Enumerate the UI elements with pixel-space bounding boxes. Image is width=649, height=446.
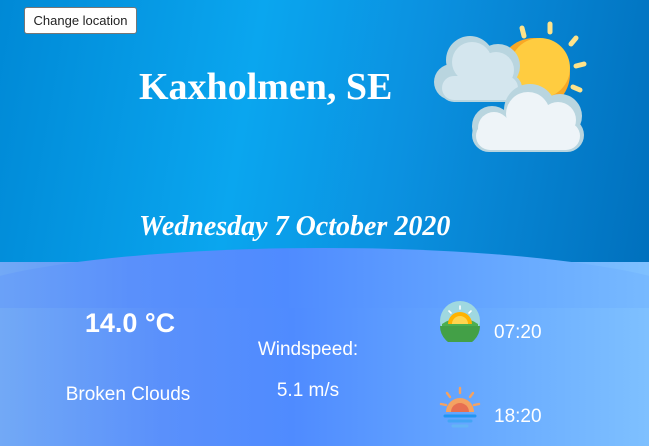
sunset-time: 18:20	[494, 406, 542, 427]
city-title: Kaxholmen, SE	[139, 66, 393, 108]
weather-description: Broken Clouds	[65, 384, 191, 405]
partly-cloudy-icon	[434, 21, 587, 152]
sunrise-icon	[440, 301, 480, 342]
temperature-value: 14.0 °C	[84, 308, 176, 338]
change-location-button[interactable]: Change location	[24, 7, 137, 34]
sunset-icon	[439, 386, 481, 428]
sunrise-time: 07:20	[494, 322, 542, 343]
windspeed-value: 5.1 m/s	[276, 380, 340, 401]
windspeed-label: Windspeed:	[257, 339, 359, 360]
date-label: Wednesday 7 October 2020	[139, 211, 451, 242]
weather-app: Change location Kaxholmen, SE Wednesday …	[0, 0, 649, 446]
